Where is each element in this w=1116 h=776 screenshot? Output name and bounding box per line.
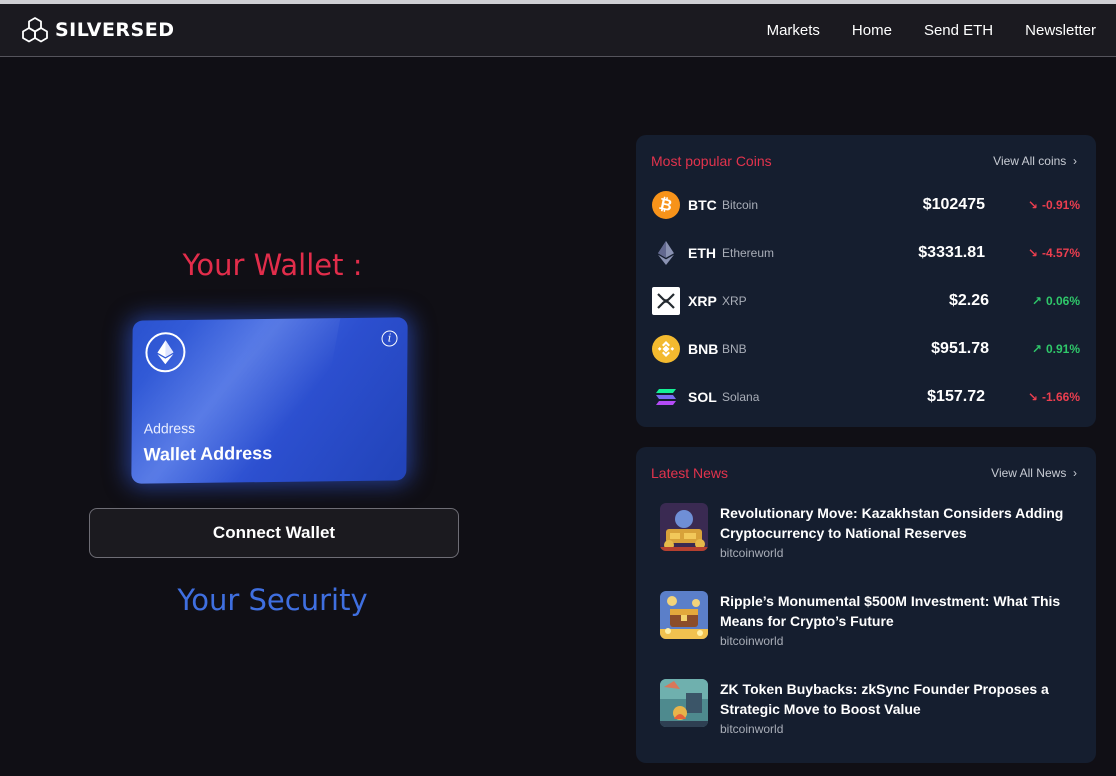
coin-row-eth[interactable]: ETH Ethereum $3331.81 ↘ -4.57% (652, 239, 1080, 267)
view-all-coins-label: View All coins (993, 154, 1067, 168)
coin-change: ↘ -1.66% (1028, 390, 1080, 404)
nav-send-eth[interactable]: Send ETH (924, 22, 993, 39)
nav-newsletter[interactable]: Newsletter (1025, 22, 1096, 39)
chevron-right-icon: › (1069, 466, 1077, 480)
news-headline: Ripple’s Monumental $500M Investment: Wh… (720, 593, 1061, 629)
coin-symbol: XRP (688, 293, 717, 309)
nav-home[interactable]: Home (852, 22, 892, 39)
trend-up-icon: ↗ (1031, 294, 1042, 308)
coin-symbol: SOL (688, 389, 717, 405)
chevron-right-icon: › (1069, 154, 1077, 168)
trend-down-icon: ↘ (1027, 198, 1038, 212)
security-heading: Your Security (177, 583, 368, 617)
brand-logo[interactable]: SILVERSED (21, 16, 175, 44)
coin-price: $951.78 (931, 340, 989, 357)
coins-panel-title: Most popular Coins (651, 153, 772, 169)
news-item[interactable]: Ripple’s Monumental $500M Investment: Wh… (660, 591, 1076, 651)
coin-name: XRP (722, 294, 747, 308)
solana-icon (652, 383, 680, 411)
news-headline: Revolutionary Move: Kazakhstan Considers… (720, 505, 1064, 541)
coin-price: $2.26 (948, 292, 989, 309)
info-icon[interactable]: i (381, 330, 398, 347)
view-all-news-link[interactable]: View All News › (991, 466, 1077, 480)
nav-markets[interactable]: Markets (767, 22, 820, 39)
coin-change-value: 0.91% (1045, 342, 1080, 356)
coin-symbol: BTC (688, 197, 717, 213)
news-source: bitcoinworld (720, 722, 784, 736)
coin-change: ↗ 0.06% (1032, 294, 1080, 308)
card-address-value: Wallet Address (143, 442, 273, 465)
wallet-card: i Address Wallet Address (131, 317, 408, 484)
view-all-news-label: View All News (991, 466, 1067, 480)
coin-change-value: -0.91% (1041, 198, 1080, 212)
cubes-logo-icon (22, 17, 48, 43)
popular-coins-panel: Most popular Coins View All coins › ₿ BT… (636, 135, 1096, 427)
wallet-heading: Your Wallet : (182, 248, 363, 282)
coin-change-value: 0.06% (1045, 294, 1080, 308)
coin-name: Bitcoin (722, 198, 759, 212)
coin-name: Ethereum (722, 246, 775, 260)
news-thumbnail-treasure-chest (660, 591, 708, 639)
main-nav: Markets Home Send ETH Newsletter (767, 22, 1096, 39)
news-thumbnail-gold-coins (660, 503, 708, 551)
coin-row-xrp[interactable]: XRP XRP $2.26 ↗ 0.06% (652, 287, 1080, 315)
bnb-icon (652, 335, 680, 363)
news-thumbnail-token-illustration (660, 679, 708, 727)
trend-down-icon: ↘ (1027, 390, 1038, 404)
coin-row-sol[interactable]: SOL Solana $157.72 ↘ -1.66% (652, 383, 1080, 411)
xrp-icon (652, 287, 680, 315)
top-navbar: SILVERSED Markets Home Send ETH Newslett… (0, 4, 1116, 57)
news-item[interactable]: ZK Token Buybacks: zkSync Founder Propos… (660, 679, 1076, 739)
news-source: bitcoinworld (720, 546, 784, 560)
news-headline: ZK Token Buybacks: zkSync Founder Propos… (720, 681, 1049, 717)
trend-up-icon: ↗ (1031, 342, 1042, 356)
news-item[interactable]: Revolutionary Move: Kazakhstan Considers… (660, 503, 1076, 563)
news-source: bitcoinworld (720, 634, 784, 648)
coin-change-value: -4.57% (1041, 246, 1080, 260)
ethereum-icon (145, 332, 186, 373)
coin-change: ↗ 0.91% (1032, 342, 1080, 356)
brand-name: SILVERSED (55, 19, 175, 41)
coin-price: $157.72 (927, 388, 985, 405)
coin-change: ↘ -0.91% (1028, 198, 1080, 212)
news-panel-title: Latest News (651, 465, 729, 481)
bitcoin-icon: ₿ (652, 191, 680, 219)
coin-symbol: ETH (688, 245, 716, 261)
coin-price: $3331.81 (918, 244, 985, 261)
coin-row-btc[interactable]: ₿ BTC Bitcoin $102475 ↘ -0.91% (652, 191, 1080, 219)
coin-symbol: BNB (688, 341, 719, 357)
view-all-coins-link[interactable]: View All coins › (993, 154, 1077, 168)
connect-wallet-button[interactable]: Connect Wallet (89, 508, 459, 558)
ethereum-icon (652, 239, 680, 267)
trend-down-icon: ↘ (1027, 246, 1038, 260)
card-address-label: Address (143, 419, 196, 437)
coin-name: Solana (722, 390, 760, 404)
news-panel-header: Latest News View All News › (651, 465, 1077, 481)
coin-name: BNB (722, 342, 747, 356)
coin-price: $102475 (922, 196, 985, 213)
coins-panel-header: Most popular Coins View All coins › (651, 153, 1077, 169)
coin-change: ↘ -4.57% (1028, 246, 1080, 260)
latest-news-panel: Latest News View All News › Revolutionar… (636, 447, 1096, 763)
coin-change-value: -1.66% (1041, 390, 1080, 404)
coin-row-bnb[interactable]: BNB BNB $951.78 ↗ 0.91% (652, 335, 1080, 363)
